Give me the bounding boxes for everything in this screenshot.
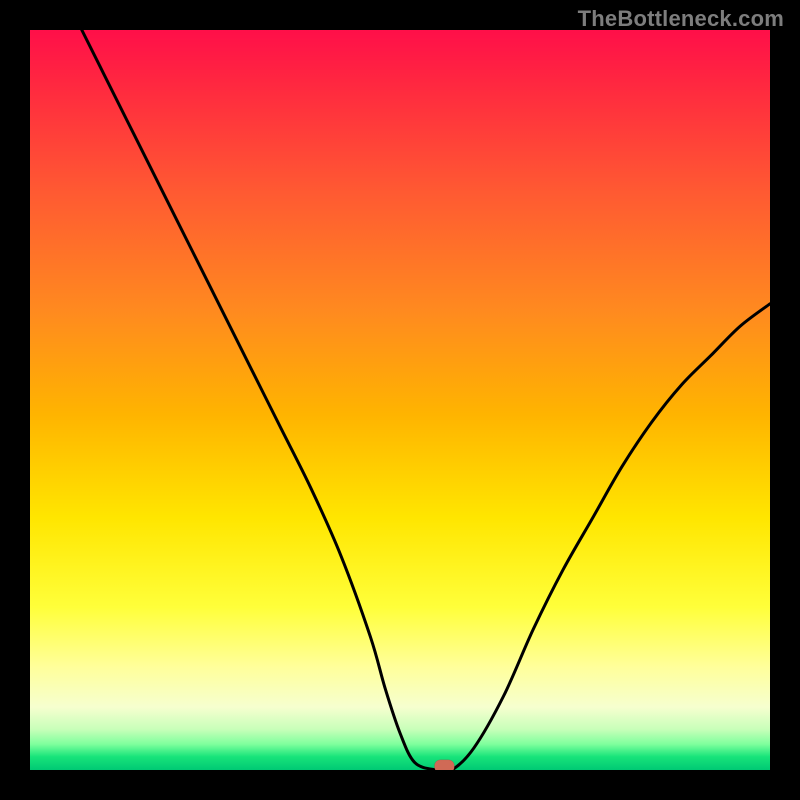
chart-stage: TheBottleneck.com [0, 0, 800, 800]
bottleneck-curve [82, 30, 770, 770]
watermark-text: TheBottleneck.com [578, 6, 784, 32]
plot-area [30, 30, 770, 770]
curve-layer [30, 30, 770, 770]
optimal-point-marker [434, 760, 454, 770]
